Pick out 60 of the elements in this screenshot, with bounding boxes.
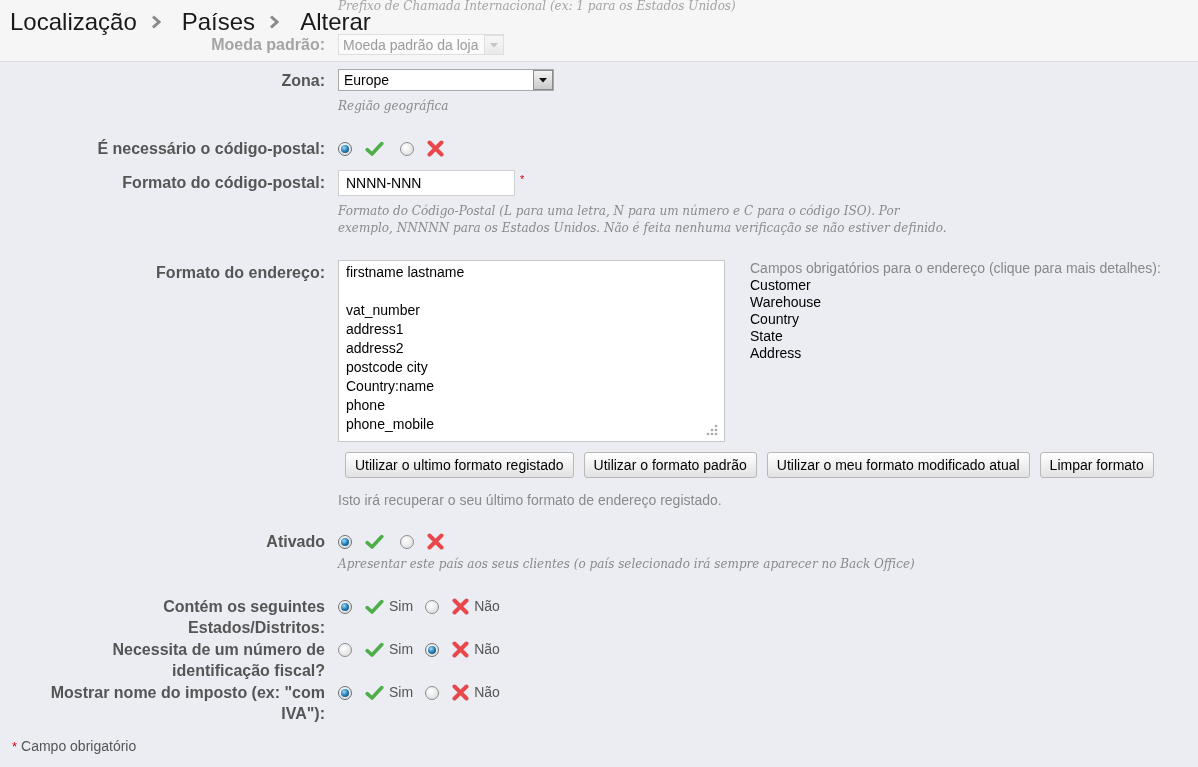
chevron-right-icon <box>269 15 280 29</box>
field-label: Formato do endereço: <box>155 263 325 283</box>
radio-button[interactable] <box>338 599 352 614</box>
breadcrumb-link[interactable]: Localização <box>10 8 137 36</box>
required-fields-title: Campos obrigatórios para o endereço (clique para mais detalhes): <box>750 260 1161 277</box>
option-label: Não <box>474 641 500 658</box>
chevron-right-icon <box>150 15 161 29</box>
option-label: Não <box>474 684 500 701</box>
check-icon <box>365 684 384 701</box>
required-field-link[interactable]: Address <box>750 345 802 362</box>
required-field-note: Campo obrigatório <box>21 738 137 754</box>
radio-button[interactable] <box>425 685 440 700</box>
hint-text: Isto irá recuperar o seu último formato de endereço registado. <box>338 492 722 508</box>
radio-button[interactable] <box>425 599 440 614</box>
dropdown-select[interactable]: Europe <box>338 69 554 91</box>
option-label: Não <box>474 598 500 615</box>
breadcrumb-link[interactable]: Países <box>181 8 256 36</box>
field-label: É necessário o código-postal: <box>96 138 325 159</box>
cross-icon <box>427 140 444 157</box>
resize-grip-icon <box>704 424 718 438</box>
check-icon <box>365 598 384 615</box>
cross-icon <box>452 641 470 658</box>
required-field-link[interactable]: Customer <box>750 277 811 294</box>
required-field-link[interactable]: State <box>750 328 783 345</box>
check-icon <box>365 533 384 550</box>
option-label: Sim <box>389 684 414 701</box>
radio-button[interactable] <box>338 534 352 549</box>
option-label: Sim <box>389 598 414 615</box>
radio-button[interactable] <box>338 642 352 657</box>
hint-text: Região geográfica <box>338 98 449 115</box>
radio-button[interactable] <box>338 141 352 156</box>
cross-icon <box>452 684 470 701</box>
field-label: Mostrar nome do imposto (ex: "com IVA"): <box>49 683 325 724</box>
field-label: Ativado <box>265 532 325 552</box>
hint-text: Apresentar este país aos seus clientes (o país selecionado irá sempre aparecer no Back Office) <box>338 556 915 573</box>
field-label: Necessita de um número de identificação fiscal? <box>111 640 325 681</box>
field-label: Moeda padrão: <box>210 35 325 55</box>
format-button[interactable]: Utilizar o meu formato modificado atual <box>766 452 1030 478</box>
option-label: Sim <box>389 641 414 658</box>
text-field[interactable]: NNNN-NNN <box>338 170 515 196</box>
radio-button[interactable] <box>400 141 414 156</box>
address-format-textarea[interactable]: firstname lastname vat_number address1 address2 postcode city Country:name phone phone_mobile <box>338 260 725 442</box>
field-label: Zona: <box>280 71 325 91</box>
check-icon <box>365 641 384 658</box>
field-label: Formato do código-postal: <box>121 173 325 193</box>
radio-button[interactable] <box>338 685 352 700</box>
required-field-link[interactable]: Country <box>750 311 800 328</box>
radio-button[interactable] <box>400 534 414 549</box>
required-asterisk: * <box>520 174 525 185</box>
field-label: Contém os seguintes Estados/Distritos: <box>162 597 325 638</box>
cross-icon <box>452 598 470 615</box>
required-field-link[interactable]: Warehouse <box>750 294 822 311</box>
format-button[interactable]: Limpar formato <box>1039 452 1154 478</box>
hint-text: Formato do Código-Postal (L para uma letra, N para um número e C para o código ISO). Por exemplo, NNNNN para os Estados Unidos. Não é feita nenhuma verificação se não estiver definido. <box>338 203 948 237</box>
check-icon <box>365 140 384 157</box>
radio-button[interactable] <box>425 642 440 657</box>
required-asterisk: * <box>12 739 18 755</box>
format-button[interactable]: Utilizar o formato padrão <box>583 452 757 478</box>
format-button[interactable]: Utilizar o ultimo formato registado <box>345 452 574 478</box>
cross-icon <box>427 533 444 550</box>
